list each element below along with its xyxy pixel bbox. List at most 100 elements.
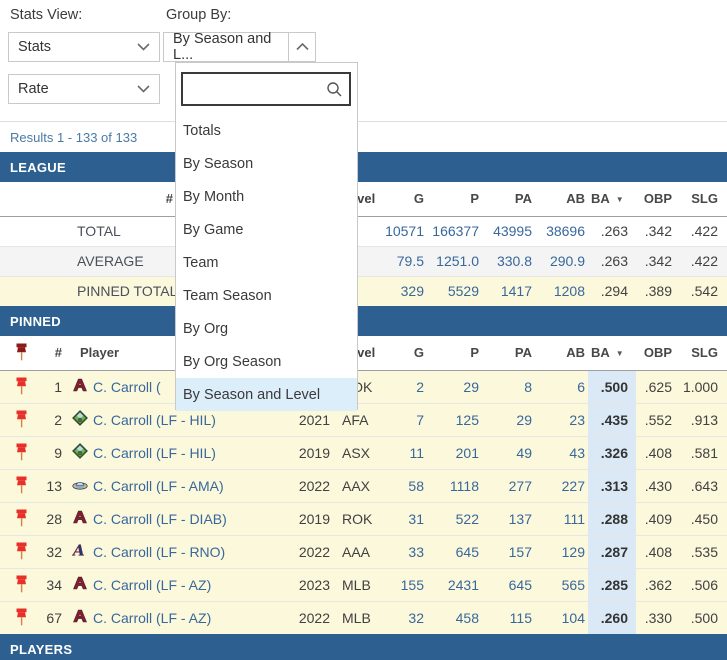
chevron-down-icon [137,43,150,51]
stat-p[interactable]: 29 [427,370,482,403]
stat-p[interactable]: 125 [427,403,482,436]
stat-g[interactable]: 32 [380,601,427,634]
pin-icon[interactable] [15,509,28,525]
column-header-num[interactable]: # [42,336,66,370]
stat-ab[interactable]: 227 [535,469,588,502]
team-logo-diamondbacks [72,377,88,393]
stat-pa[interactable]: 115 [482,601,535,634]
group-by-collapse-button[interactable] [288,32,316,62]
pin-icon[interactable] [15,377,28,393]
stat-ab[interactable]: 23 [535,403,588,436]
rate-select[interactable]: Rate [8,74,160,104]
sort-desc-icon: ▼ [616,349,624,358]
player-link[interactable]: C. Carroll (LF - AZ) [93,577,211,593]
player-link[interactable]: C. Carroll (LF - HIL) [93,412,216,428]
menu-item-totals[interactable]: Totals [176,114,357,147]
column-header-obp[interactable]: OBP [636,336,674,370]
stat-g[interactable]: 31 [380,502,427,535]
stat-ab[interactable]: 104 [535,601,588,634]
pin-icon[interactable] [15,608,28,624]
stat-g[interactable]: 79.5 [380,246,427,276]
column-header-ab[interactable]: AB [535,182,588,216]
stat-g[interactable]: 10571 [380,216,427,246]
player-link[interactable]: C. Carroll (LF - DIAB) [93,511,227,527]
player-link[interactable]: C. Carroll (LF - AZ) [93,610,211,626]
stat-g[interactable]: 7 [380,403,427,436]
player-link[interactable]: C. Carroll (LF - RNO) [93,544,225,560]
pin-icon[interactable] [15,575,28,591]
stat-ab[interactable]: 6 [535,370,588,403]
menu-item-by-org[interactable]: By Org [176,312,357,345]
stat-p[interactable]: 2431 [427,568,482,601]
player-link[interactable]: C. Carroll (LF - AMA) [93,478,224,494]
stat-ba: .288 [588,502,636,535]
stat-g[interactable]: 11 [380,436,427,469]
column-header-ba[interactable]: BA▼ [588,336,636,370]
stat-obp: .409 [636,502,674,535]
stat-p[interactable]: 522 [427,502,482,535]
stat-p[interactable]: 166377 [427,216,482,246]
stat-pa[interactable]: 330.8 [482,246,535,276]
group-by-select[interactable]: By Season and L... [163,32,289,62]
stat-pa[interactable]: 49 [482,436,535,469]
column-header-pa[interactable]: PA [482,336,535,370]
column-header-pin[interactable] [0,336,42,370]
stat-g[interactable]: 58 [380,469,427,502]
column-header-g[interactable]: G [380,336,427,370]
stat-p[interactable]: 1251.0 [427,246,482,276]
stat-pa[interactable]: 137 [482,502,535,535]
menu-item-by-season-and-level[interactable]: By Season and Level [176,378,357,411]
column-header-g[interactable]: G [380,182,427,216]
column-header-slg[interactable]: SLG [674,182,727,216]
stat-pa[interactable]: 645 [482,568,535,601]
menu-item-by-game[interactable]: By Game [176,213,357,246]
stat-p[interactable]: 5529 [427,276,482,306]
results-bar: Results 1 - 133 of 133 [0,121,727,152]
stat-g[interactable]: 2 [380,370,427,403]
stat-pa[interactable]: 1417 [482,276,535,306]
stat-pa[interactable]: 8 [482,370,535,403]
stat-pa[interactable]: 29 [482,403,535,436]
stat-ab[interactable]: 38696 [535,216,588,246]
stat-ab[interactable]: 111 [535,502,588,535]
stat-pa[interactable]: 43995 [482,216,535,246]
column-header-ba[interactable]: BA▼ [588,182,636,216]
stat-ab[interactable]: 290.9 [535,246,588,276]
sort-desc-icon: ▼ [616,195,624,204]
menu-item-team-season[interactable]: Team Season [176,279,357,312]
column-header-num[interactable]: # [0,182,180,216]
pin-icon[interactable] [15,476,28,492]
stat-g[interactable]: 155 [380,568,427,601]
column-header-obp[interactable]: OBP [636,182,674,216]
stat-ab[interactable]: 43 [535,436,588,469]
stat-slg: .581 [674,436,727,469]
stats-view-select[interactable]: Stats [8,32,160,62]
pin-icon[interactable] [15,410,28,426]
stat-g[interactable]: 33 [380,535,427,568]
menu-item-by-org-season[interactable]: By Org Season [176,345,357,378]
column-header-pa[interactable]: PA [482,182,535,216]
stat-g[interactable]: 329 [380,276,427,306]
column-header-p[interactable]: P [427,182,482,216]
column-header-slg[interactable]: SLG [674,336,727,370]
stat-p[interactable]: 645 [427,535,482,568]
stat-ab[interactable]: 565 [535,568,588,601]
pin-icon[interactable] [15,443,28,459]
chevron-down-icon [137,85,150,93]
stat-p[interactable]: 201 [427,436,482,469]
menu-item-by-season[interactable]: By Season [176,147,357,180]
column-header-ab[interactable]: AB [535,336,588,370]
menu-item-team[interactable]: Team [176,246,357,279]
stat-pa[interactable]: 157 [482,535,535,568]
menu-item-by-month[interactable]: By Month [176,180,357,213]
stat-ab[interactable]: 129 [535,535,588,568]
stat-p[interactable]: 458 [427,601,482,634]
stat-pa[interactable]: 277 [482,469,535,502]
column-header-p[interactable]: P [427,336,482,370]
player-link[interactable]: C. Carroll (LF - HIL) [93,445,216,461]
stat-ab[interactable]: 1208 [535,276,588,306]
stat-p[interactable]: 1118 [427,469,482,502]
player-link[interactable]: C. Carroll ( [93,379,161,395]
pin-icon[interactable] [15,542,28,558]
stat-obp: .342 [636,246,674,276]
